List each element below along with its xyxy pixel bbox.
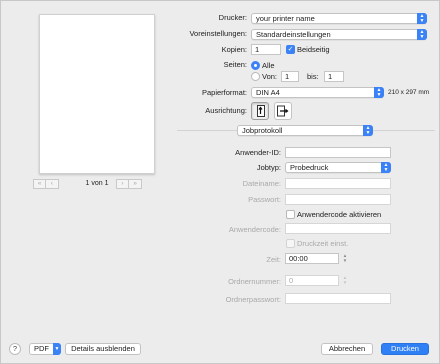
- pages-to-field[interactable]: 1: [324, 71, 344, 82]
- pdf-menu-button[interactable]: PDF: [29, 343, 54, 355]
- portrait-orientation-button[interactable]: [251, 102, 269, 120]
- preview-nav-back: « ‹: [33, 179, 59, 189]
- pages-from-field[interactable]: 1: [281, 71, 299, 82]
- last-page-button[interactable]: »: [129, 179, 142, 189]
- folder-number-label: Ordnernummer:: [228, 277, 281, 286]
- duplex-checkbox[interactable]: ✓: [286, 45, 295, 54]
- cancel-button[interactable]: Abbrechen: [321, 343, 373, 355]
- usercode-label: Anwendercode:: [228, 225, 281, 234]
- usercode-field[interactable]: [285, 223, 391, 234]
- next-page-button[interactable]: ›: [116, 179, 129, 189]
- presets-select[interactable]: Standardeinstellungen ▲ ▼: [251, 29, 427, 40]
- copies-field[interactable]: 1: [251, 44, 281, 55]
- folder-number-field[interactable]: 0: [285, 275, 339, 286]
- time-stepper-icon[interactable]: ▲ ▼: [342, 253, 348, 264]
- job-type-label: Jobtyp:: [256, 163, 281, 172]
- job-type-value: Probedruck: [290, 163, 329, 172]
- popup-arrows-icon: ▲ ▼: [374, 87, 384, 98]
- popup-arrows-icon: ▲ ▼: [417, 29, 427, 40]
- copies-label: Kopien:: [221, 45, 247, 54]
- print-button[interactable]: Drucken: [381, 343, 429, 355]
- section-select[interactable]: Jobprotokoll ▲ ▼: [237, 125, 373, 136]
- folder-password-label: Ordnerpasswort:: [225, 295, 281, 304]
- print-time-checkbox[interactable]: [286, 239, 295, 248]
- printer-value: your printer name: [256, 14, 315, 23]
- folder-number-stepper-icon[interactable]: ▲ ▼: [342, 275, 348, 286]
- duplex-label: Beidseitig: [297, 44, 330, 54]
- paper-size-value: DIN A4: [256, 88, 280, 97]
- folder-password-field[interactable]: [285, 293, 391, 304]
- preview-nav-forward: › »: [116, 179, 142, 189]
- user-id-field[interactable]: [285, 147, 391, 158]
- paper-size-select[interactable]: DIN A4 ▲ ▼: [251, 87, 384, 98]
- section-value: Jobprotokoll: [242, 126, 283, 135]
- pages-to-label: bis:: [307, 71, 319, 81]
- presets-label: Voreinstellungen:: [189, 29, 247, 38]
- paper-size-label: Papierformat:: [201, 88, 247, 97]
- help-icon[interactable]: ?: [9, 343, 21, 355]
- filename-field[interactable]: [285, 178, 391, 189]
- job-type-select[interactable]: Probedruck ▲ ▼: [285, 162, 391, 173]
- pdf-dropdown-icon[interactable]: ▼: [53, 343, 61, 355]
- time-field[interactable]: 00:00: [285, 253, 339, 264]
- page-count: 1 von 1: [85, 180, 109, 187]
- paper-dimensions: 210 x 297 mm: [388, 89, 430, 96]
- usercode-enable-checkbox[interactable]: [286, 210, 295, 219]
- filename-label: Dateiname:: [242, 179, 281, 188]
- orientation-label: Ausrichtung:: [205, 106, 247, 115]
- popup-arrows-icon: ▲ ▼: [381, 162, 391, 173]
- pages-label: Seiten:: [223, 60, 247, 69]
- print-time-label: Druckzeit einst.: [297, 238, 349, 248]
- printer-label: Drucker:: [218, 13, 247, 22]
- landscape-orientation-icon: [277, 105, 289, 117]
- user-id-label: Anwender-ID:: [235, 148, 281, 157]
- password-field[interactable]: [285, 194, 391, 205]
- first-page-button[interactable]: «: [33, 179, 46, 189]
- presets-value: Standardeinstellungen: [256, 30, 331, 39]
- popup-arrows-icon: ▲ ▼: [417, 13, 427, 24]
- details-toggle-button[interactable]: Details ausblenden: [65, 343, 141, 355]
- time-label: Zeit:: [266, 255, 281, 264]
- print-dialog: « ‹ 1 von 1 › » Drucker: your printer na…: [0, 0, 440, 364]
- pages-all-radio[interactable]: [251, 61, 260, 70]
- previous-page-button[interactable]: ‹: [46, 179, 59, 189]
- printer-select[interactable]: your printer name ▲ ▼: [251, 13, 427, 24]
- pages-range-radio[interactable]: [251, 72, 260, 81]
- password-label: Passwort:: [248, 195, 281, 204]
- usercode-enable-label: Anwendercode aktivieren: [297, 209, 382, 219]
- pages-all-label: Alle: [262, 60, 275, 70]
- page-preview: [39, 14, 155, 174]
- landscape-orientation-button[interactable]: [274, 102, 292, 120]
- portrait-orientation-icon: [257, 105, 265, 117]
- pages-from-label: Von:: [262, 71, 278, 81]
- popup-arrows-icon: ▲ ▼: [363, 125, 373, 136]
